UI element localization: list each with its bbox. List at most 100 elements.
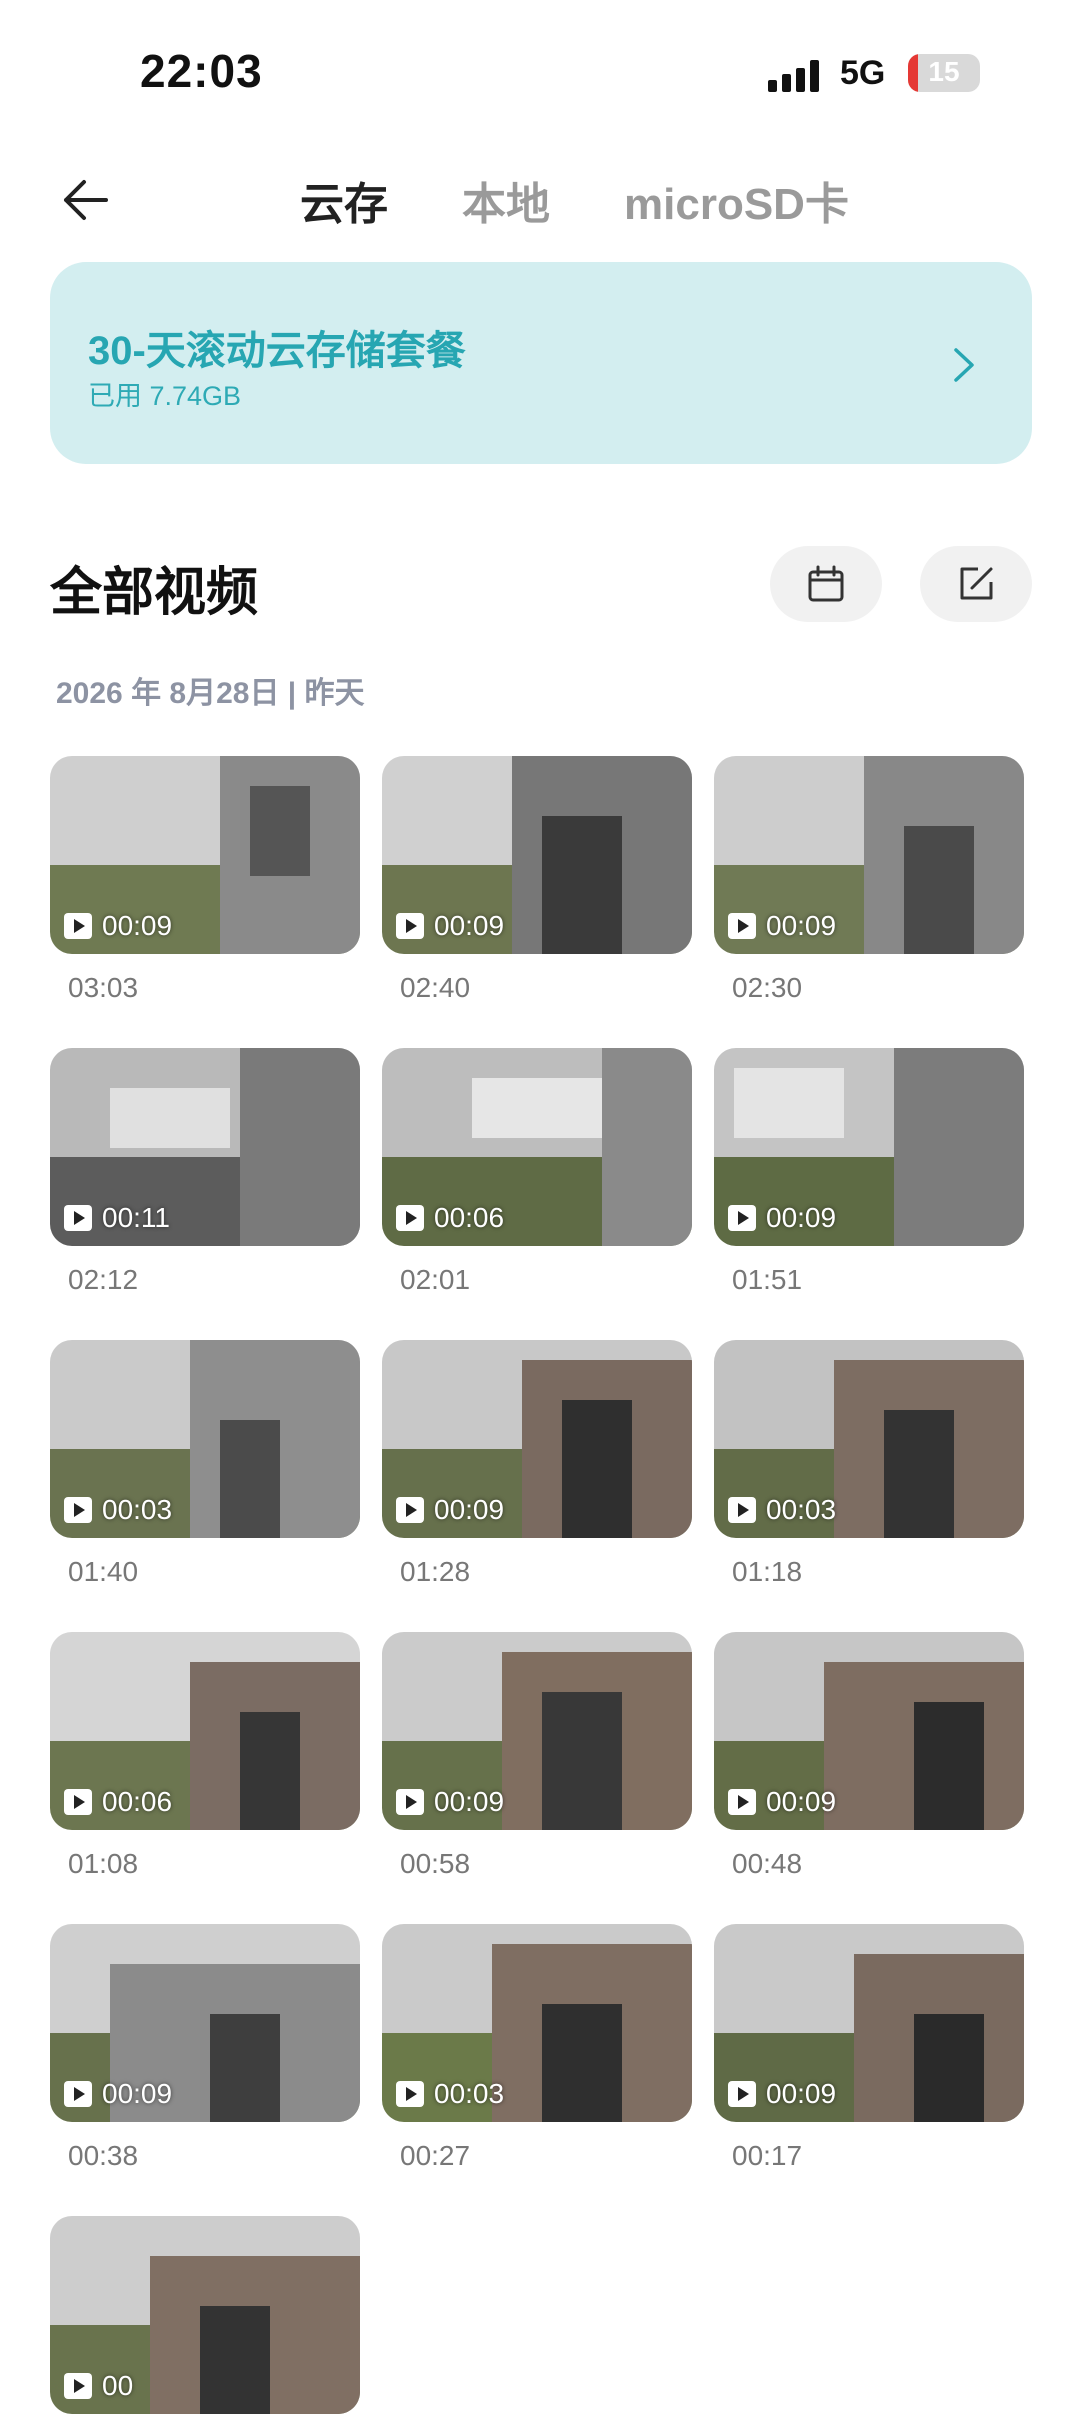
clip-time: 01:51 <box>732 1264 803 1295</box>
battery-icon: 15 <box>908 54 980 92</box>
clip-time: 01:28 <box>400 1556 471 1587</box>
video-item: 00:09 01:28 <box>382 1340 692 1588</box>
video-thumbnail[interactable]: 00:03 <box>714 1340 1024 1538</box>
video-thumbnail[interactable]: 00:09 <box>714 756 1024 954</box>
video-item: 00:03 01:18 <box>714 1340 1024 1588</box>
tab-microsd[interactable]: microSD卡 <box>624 168 849 232</box>
duration-badge: 00:09 <box>728 910 836 942</box>
duration-badge: 00:09 <box>728 1202 836 1234</box>
back-button[interactable] <box>56 170 126 230</box>
duration-badge: 00:09 <box>64 910 172 942</box>
duration-badge: 00:06 <box>396 1202 504 1234</box>
video-item: 00:03 01:40 <box>50 1340 360 1588</box>
calendar-icon <box>808 565 844 602</box>
duration-badge: 00:03 <box>728 1494 836 1526</box>
clip-time: 00:27 <box>400 2140 471 2171</box>
video-thumbnail[interactable]: 00:09 <box>50 1924 360 2122</box>
duration-badge: 00:09 <box>64 2078 172 2110</box>
video-thumbnail[interactable]: 00:09 <box>382 1632 692 1830</box>
video-item: 00:09 00:17 <box>714 1924 1024 2172</box>
plan-usage: 已用 7.74GB <box>88 381 242 411</box>
clip-time: 00:58 <box>400 1848 471 1879</box>
back-arrow-icon <box>64 180 108 220</box>
play-icon <box>64 2081 92 2107</box>
video-thumbnail[interactable]: 00:09 <box>714 1924 1024 2122</box>
cloud-plan-banner[interactable]: 30-天滚动云存储套餐 已用 7.74GB <box>50 262 1032 464</box>
clip-time: 02:12 <box>68 1264 139 1295</box>
video-thumbnail[interactable]: 00:03 <box>50 1340 360 1538</box>
video-item: 00:09 03:03 <box>50 756 360 1004</box>
duration-badge: 00:09 <box>728 2078 836 2110</box>
clip-time: 01:18 <box>732 1556 803 1587</box>
battery-level: 15 <box>928 56 960 87</box>
play-icon <box>728 913 756 939</box>
plan-title: 30-天滚动云存储套餐 <box>88 329 466 373</box>
edit-button[interactable] <box>920 546 1032 622</box>
date-group-label: 2026 年 8月28日 | 昨天 <box>56 677 365 710</box>
video-item: 00:09 02:30 <box>714 756 1024 1004</box>
video-thumbnail[interactable]: 00:03 <box>382 1924 692 2122</box>
play-icon <box>64 1205 92 1231</box>
video-thumbnail[interactable]: 00:06 <box>382 1048 692 1246</box>
play-icon <box>396 913 424 939</box>
video-item: 00:09 01:51 <box>714 1048 1024 1296</box>
section-title: 全部视频 <box>50 564 259 622</box>
signal-icon <box>768 58 826 92</box>
video-item: 00:03 00:27 <box>382 1924 692 2172</box>
play-icon <box>64 1789 92 1815</box>
video-item: 00:09 02:40 <box>382 756 692 1004</box>
duration-badge: 00 <box>64 2370 133 2402</box>
tab-local[interactable]: 本地 <box>462 168 550 232</box>
clip-time: 02:40 <box>400 972 471 1003</box>
clip-time: 00:48 <box>732 1848 803 1879</box>
video-item: 00:09 00:48 <box>714 1632 1024 1880</box>
duration-badge: 00:03 <box>396 2078 504 2110</box>
status-time: 22:03 <box>140 45 263 97</box>
video-thumbnail[interactable]: 00:09 <box>714 1048 1024 1246</box>
duration-badge: 00:06 <box>64 1786 172 1818</box>
network-label: 5G <box>840 54 886 92</box>
tab-cloud[interactable]: 云存 <box>300 168 388 232</box>
play-icon <box>396 1497 424 1523</box>
clip-time: 00:38 <box>68 2140 139 2171</box>
status-bar: 22:03 5G 15 <box>0 0 1080 140</box>
play-icon <box>728 1497 756 1523</box>
duration-badge: 00:03 <box>64 1494 172 1526</box>
clip-time: 01:08 <box>68 1848 139 1879</box>
video-item: 00:11 02:12 <box>50 1048 360 1296</box>
play-icon <box>396 1789 424 1815</box>
video-thumbnail[interactable]: 00 <box>50 2216 360 2414</box>
video-thumbnail[interactable]: 00:09 <box>382 756 692 954</box>
clip-time: 00:17 <box>732 2140 803 2171</box>
video-thumbnail[interactable]: 00:06 <box>50 1632 360 1830</box>
duration-badge: 00:09 <box>728 1786 836 1818</box>
video-thumbnail[interactable]: 00:09 <box>382 1340 692 1538</box>
video-item: 00:09 00:58 <box>382 1632 692 1880</box>
duration-badge: 00:09 <box>396 1494 504 1526</box>
top-nav: 云存 本地 microSD卡 <box>0 150 1080 250</box>
play-icon <box>396 1205 424 1231</box>
clip-time: 01:40 <box>68 1556 139 1587</box>
clip-time: 02:01 <box>400 1264 471 1295</box>
video-item: 00 <box>50 2216 360 2414</box>
video-thumbnail[interactable]: 00:09 <box>50 756 360 954</box>
calendar-button[interactable] <box>770 546 882 622</box>
edit-icon <box>960 567 993 600</box>
play-icon <box>396 2081 424 2107</box>
play-icon <box>728 1205 756 1231</box>
play-icon <box>64 1497 92 1523</box>
play-icon <box>728 1789 756 1815</box>
duration-badge: 00:09 <box>396 910 504 942</box>
tab-bar: 云存 本地 microSD卡 <box>300 168 849 232</box>
play-icon <box>64 2373 92 2399</box>
duration-badge: 00:11 <box>64 1202 170 1234</box>
play-icon <box>64 913 92 939</box>
play-icon <box>728 2081 756 2107</box>
video-item: 00:06 01:08 <box>50 1632 360 1880</box>
video-item: 00:06 02:01 <box>382 1048 692 1296</box>
clip-time: 03:03 <box>68 972 139 1003</box>
duration-badge: 00:09 <box>396 1786 504 1818</box>
video-thumbnail[interactable]: 00:11 <box>50 1048 360 1246</box>
clip-time: 02:30 <box>732 972 803 1003</box>
video-thumbnail[interactable]: 00:09 <box>714 1632 1024 1830</box>
